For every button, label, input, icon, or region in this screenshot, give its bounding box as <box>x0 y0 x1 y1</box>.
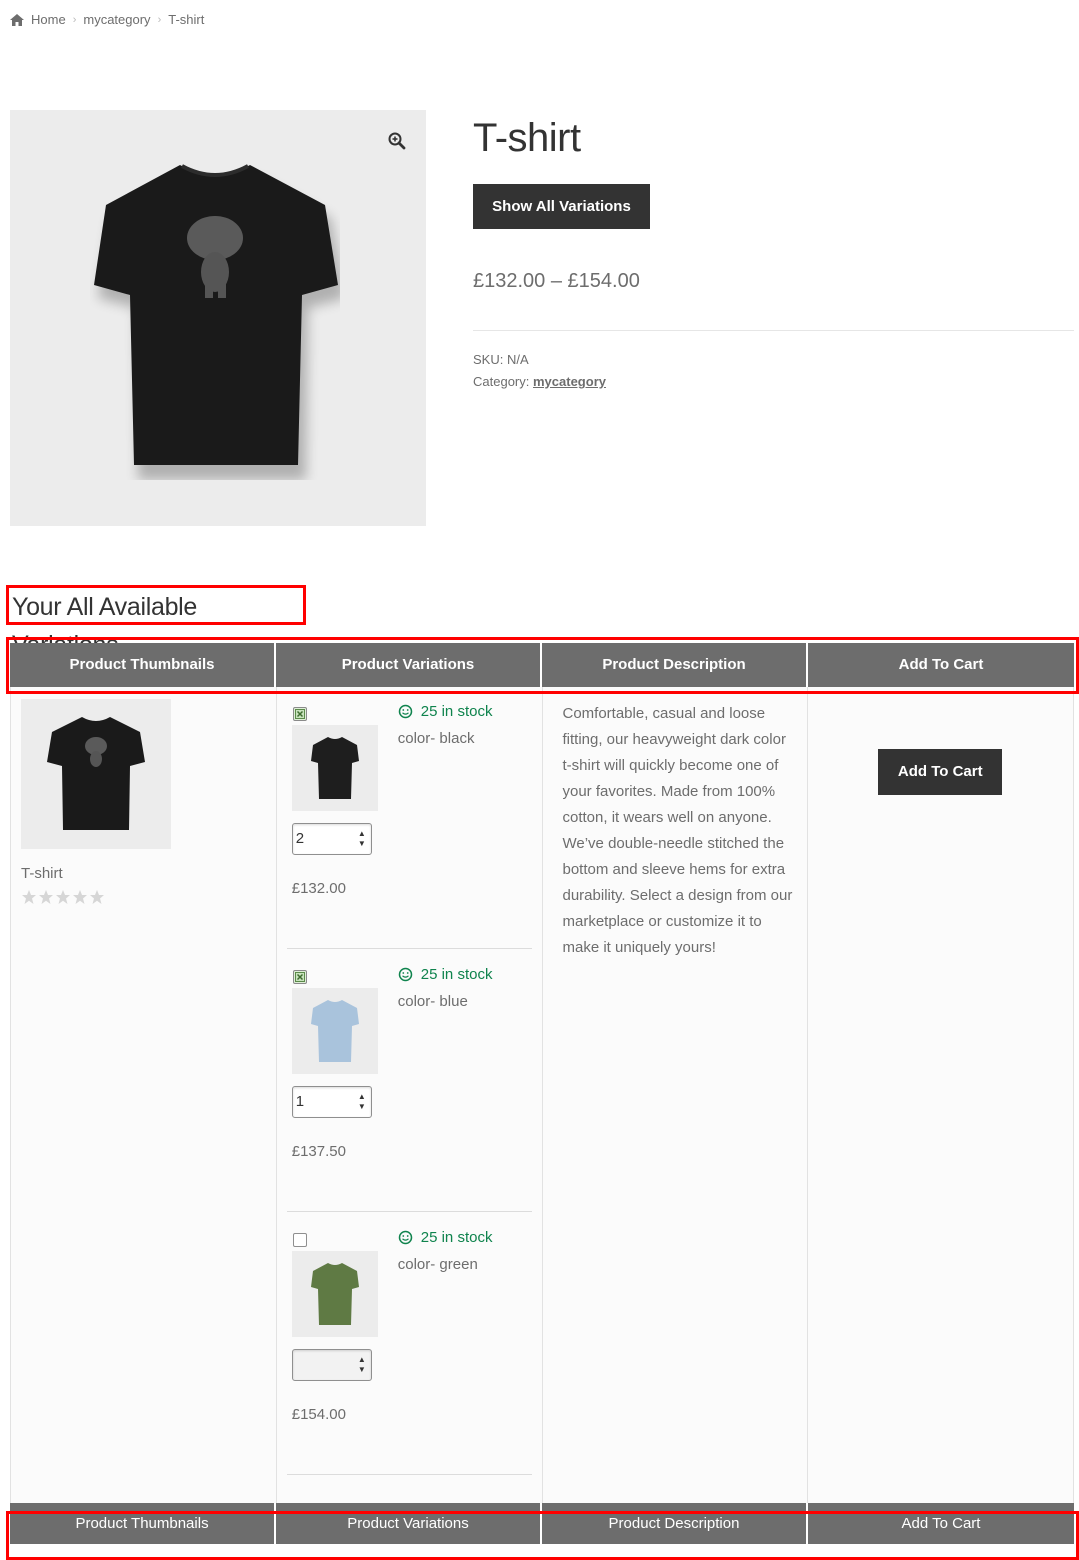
variations-table: Product Thumbnails Product Variations Pr… <box>10 643 1074 1544</box>
variation-price: £154.00 <box>291 1406 346 1423</box>
home-icon <box>10 13 24 26</box>
variation-checkbox[interactable] <box>292 970 307 984</box>
quantity-input[interactable]: 2 ▲ ▼ <box>291 823 372 855</box>
tshirt-green-icon <box>310 1263 359 1325</box>
variation-checkbox[interactable] <box>292 707 307 721</box>
breadcrumb-current: T-shirt <box>168 12 205 27</box>
divider <box>473 330 1074 331</box>
price-range: £132.00 – £154.00 <box>473 270 640 292</box>
variation-price: £137.50 <box>291 1143 346 1160</box>
product-title: T-shirt <box>473 116 581 160</box>
variation-image <box>291 988 378 1074</box>
tshirt-blue-icon <box>310 1000 359 1062</box>
tshirt-black-icon <box>310 737 359 799</box>
check-x-icon <box>294 972 305 982</box>
product-gallery[interactable] <box>10 110 426 526</box>
variation-color: color- green <box>397 1256 478 1273</box>
zoom-in-icon[interactable] <box>388 132 406 150</box>
variation-price: £132.00 <box>291 880 346 897</box>
breadcrumb: Home › mycategory › T-shirt <box>10 12 204 27</box>
smiley-icon <box>398 967 412 982</box>
check-x-icon <box>294 709 305 719</box>
variation-color: color- blue <box>397 993 468 1010</box>
sku-label: SKU: <box>473 352 504 367</box>
column-footer-description: Product Description <box>542 1503 808 1544</box>
product-summary: T-shirt Show All Variations £132.00 – £1… <box>473 110 1074 389</box>
stock-status: 25 in stock <box>398 703 493 720</box>
breadcrumb-home-link[interactable]: Home <box>31 12 66 27</box>
spinner-arrows-icon[interactable]: ▲ ▼ <box>358 1092 366 1112</box>
product-meta: SKU: N/A Category: mycategory <box>473 349 606 393</box>
smiley-icon <box>398 1230 412 1245</box>
breadcrumb-category-link[interactable]: mycategory <box>83 12 150 27</box>
stock-status: 25 in stock <box>398 966 493 983</box>
spinner-arrows-icon[interactable]: ▲ ▼ <box>358 1355 366 1375</box>
table-footer: Product Thumbnails Product Variations Pr… <box>10 1503 1074 1544</box>
category-row: Category: mycategory <box>473 371 606 393</box>
table-row: T-shirt 2 ▲ ▼ £132.00 25 in stock color-… <box>10 687 1074 1503</box>
add-to-cart-cell: Add To Cart <box>808 687 1074 1503</box>
column-footer-thumbnails: Product Thumbnails <box>10 1503 276 1544</box>
tshirt-black-icon <box>94 164 340 480</box>
quantity-value: 1 <box>295 1093 305 1110</box>
variation-color: color- black <box>397 730 475 747</box>
quantity-input[interactable]: 1 ▲ ▼ <box>291 1086 372 1118</box>
smiley-icon <box>398 704 412 719</box>
breadcrumb-separator: › <box>157 13 162 26</box>
column-footer-add-to-cart: Add To Cart <box>901 1515 981 1532</box>
variations-heading: Your All Available Variations <box>6 585 306 659</box>
column-footer-variations: Product Variations <box>276 1503 542 1544</box>
product-thumbnail[interactable] <box>21 699 171 849</box>
variation-checkbox[interactable] <box>292 1233 307 1247</box>
tshirt-black-icon <box>47 717 145 830</box>
add-to-cart-button[interactable]: Add To Cart <box>878 749 1003 795</box>
variation-image <box>291 1251 378 1337</box>
column-header-description: Product Description <box>542 643 808 687</box>
stock-text: 25 in stock <box>420 1229 493 1246</box>
description-cell: Comfortable, casual and loose fitting, o… <box>543 687 809 1503</box>
category-label: Category: <box>473 374 530 389</box>
stock-text: 25 in stock <box>420 966 493 983</box>
variations-cell: 2 ▲ ▼ £132.00 25 in stock color- black 1… <box>277 687 543 1503</box>
star-icon <box>39 890 53 904</box>
sku-value: N/A <box>506 352 529 367</box>
column-header-add-to-cart: Add To Cart <box>898 656 984 673</box>
sku-row: SKU: N/A <box>473 349 606 371</box>
star-icon <box>56 890 70 904</box>
stock-status: 25 in stock <box>398 1229 493 1246</box>
thumbnail-cell: T-shirt <box>11 687 277 1503</box>
column-header-variations: Product Variations <box>276 643 542 687</box>
category-link[interactable]: mycategory <box>533 374 606 389</box>
column-header-thumbnails: Product Thumbnails <box>10 643 276 687</box>
spinner-arrows-icon[interactable]: ▲ ▼ <box>358 829 366 849</box>
quantity-input[interactable]: ▲ ▼ <box>291 1349 372 1381</box>
quantity-value: 2 <box>295 830 305 847</box>
product-description: Comfortable, casual and loose fitting, o… <box>562 705 793 956</box>
variation-item-blue: 1 ▲ ▼ £137.50 25 in stock color- blue <box>286 950 532 1212</box>
star-icon <box>73 890 87 904</box>
variation-image <box>291 725 378 811</box>
variation-item-green: ▲ ▼ £154.00 25 in stock color- green <box>286 1213 532 1475</box>
star-rating <box>21 889 105 905</box>
show-all-variations-button[interactable]: Show All Variations <box>473 184 650 229</box>
stock-text: 25 in stock <box>420 703 493 720</box>
breadcrumb-separator: › <box>72 13 77 26</box>
star-icon <box>22 890 36 904</box>
thumbnail-title: T-shirt <box>21 865 63 882</box>
variation-item-black: 2 ▲ ▼ £132.00 25 in stock color- black <box>286 687 532 949</box>
table-header: Product Thumbnails Product Variations Pr… <box>10 643 1074 687</box>
star-icon <box>90 890 104 904</box>
